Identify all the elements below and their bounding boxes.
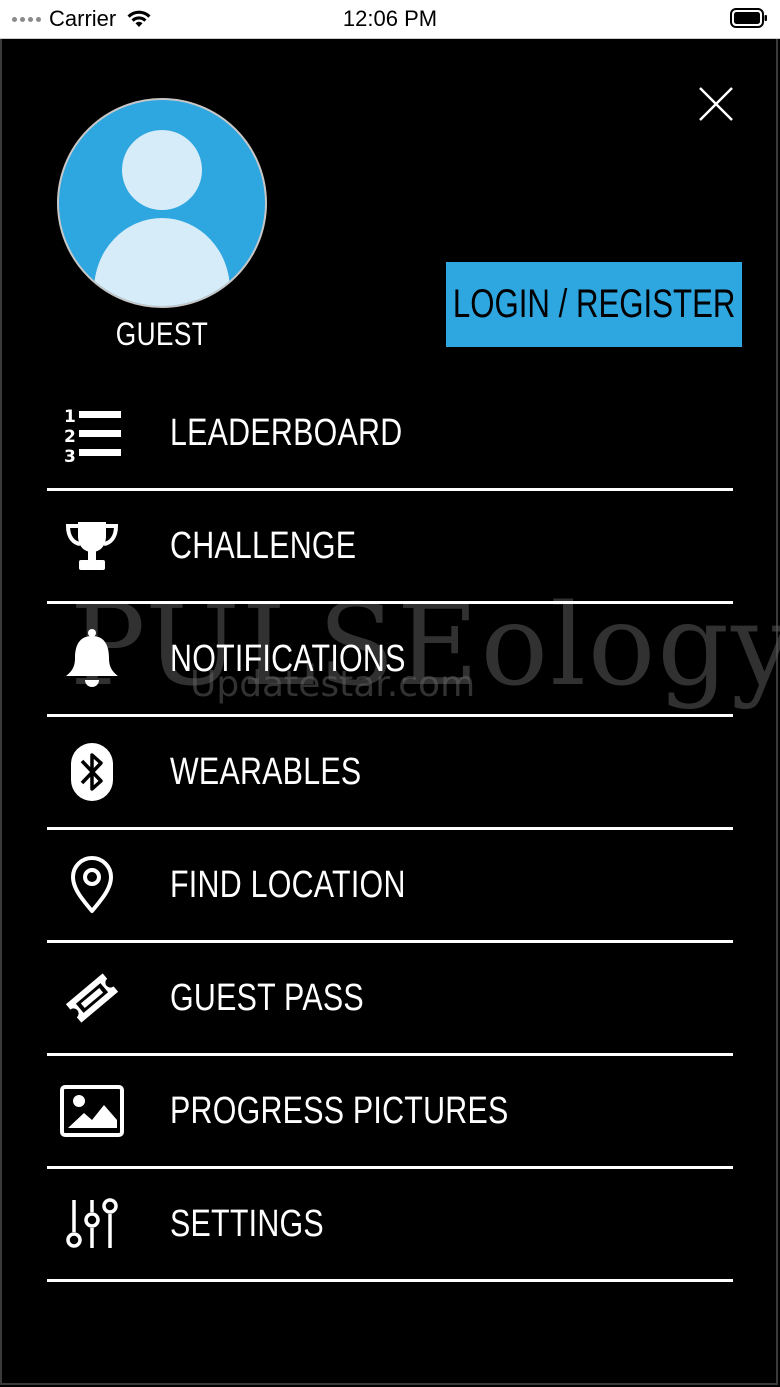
ticket-icon [59,965,125,1031]
user-silhouette-icon [94,130,230,306]
menu-item-label: GUEST PASS [170,977,364,1019]
profile-name: GUEST [115,316,209,352]
status-bar: Carrier 12:06 PM [0,0,780,39]
svg-text:2: 2 [64,427,76,447]
svg-text:3: 3 [64,447,76,464]
menu-item-settings[interactable]: SETTINGS [47,1169,733,1282]
battery-icon [730,8,767,28]
picture-icon [59,1078,125,1144]
menu-item-label: WEARABLES [170,751,362,793]
status-time: 12:06 PM [342,6,438,31]
bluetooth-icon [59,739,125,805]
bell-icon [59,626,125,692]
close-icon[interactable] [698,86,734,122]
menu-item-label: LEADERBOARD [170,412,403,454]
menu-item-leaderboard[interactable]: 1 2 3 LEADERBOARD [47,378,733,491]
menu-item-label: SETTINGS [170,1203,324,1245]
menu-item-wearables[interactable]: WEARABLES [47,717,733,830]
menu-item-label: CHALLENGE [170,525,357,567]
menu-list: 1 2 3 LEADERBOARD CHALLENGE NOTIFICATION… [47,378,733,1282]
avatar[interactable] [57,98,267,308]
svg-text:1: 1 [64,407,76,427]
menu-item-guest-pass[interactable]: GUEST PASS [47,943,733,1056]
menu-item-challenge[interactable]: CHALLENGE [47,491,733,604]
sliders-icon [59,1191,125,1257]
login-register-button[interactable]: LOGIN / REGISTER [446,262,742,347]
menu-item-label: FIND LOCATION [170,864,406,906]
trophy-icon [59,513,125,579]
login-register-label: LOGIN / REGISTER [452,282,736,326]
menu-item-find-location[interactable]: FIND LOCATION [47,830,733,943]
menu-item-progress-pictures[interactable]: PROGRESS PICTURES [47,1056,733,1169]
menu-item-label: PROGRESS PICTURES [170,1090,509,1132]
menu-item-notifications[interactable]: NOTIFICATIONS [47,604,733,717]
leaderboard-icon: 1 2 3 [59,400,125,466]
menu-item-label: NOTIFICATIONS [170,638,406,680]
location-pin-icon [59,852,125,918]
